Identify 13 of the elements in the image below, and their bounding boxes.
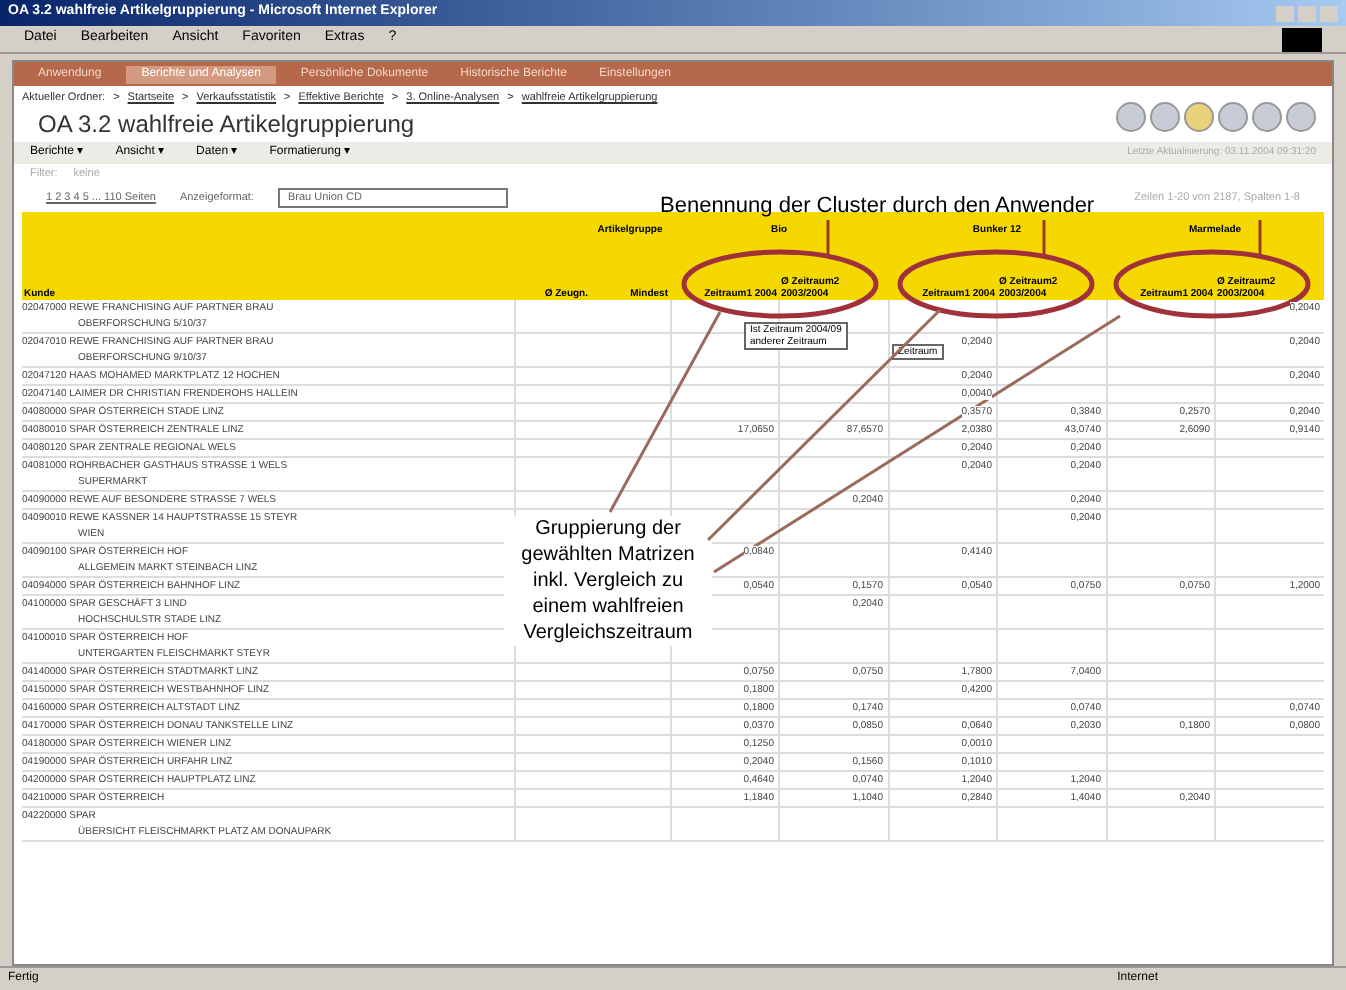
page-title: OA 3.2 wahlfreie Artikelgruppierung	[36, 108, 417, 143]
round-icon[interactable]	[1286, 101, 1316, 132]
round-icon[interactable]	[1184, 101, 1214, 132]
leader-line	[1042, 220, 1046, 254]
annotation-text: Gruppierung der gewählten Matrizen inkl. Vergleich zu einem wahlfreien Vergleichszeitraum	[504, 516, 712, 646]
round-icon[interactable]	[1150, 101, 1180, 132]
round-icon[interactable]	[1218, 101, 1248, 132]
browser-logo-icon	[1282, 27, 1322, 51]
annotation-text: Benennung der Cluster durch den Anwender	[660, 192, 1095, 222]
leader-line	[1258, 220, 1262, 254]
leader-line	[826, 220, 830, 254]
round-icon[interactable]	[1116, 101, 1146, 132]
round-icon[interactable]	[1252, 101, 1282, 132]
